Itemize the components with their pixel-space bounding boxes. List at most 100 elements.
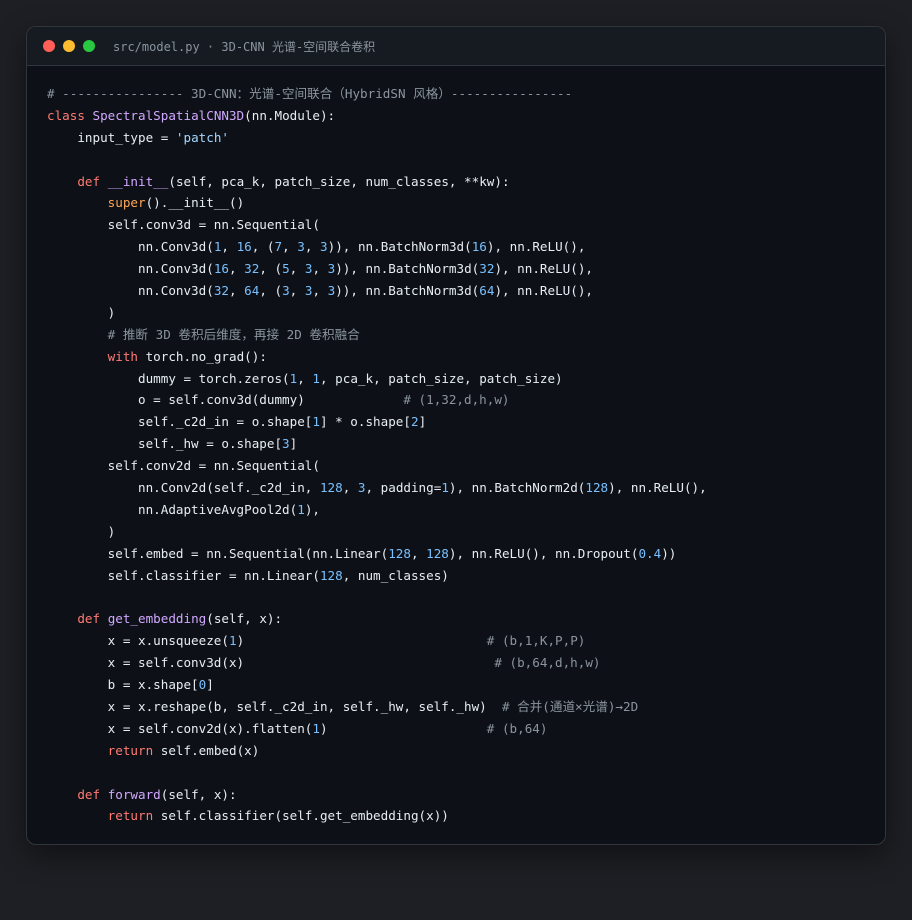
- code-line: self._c2d_in = o.shape[1] * o.shape[2]: [47, 411, 875, 433]
- number-token: 5: [282, 261, 290, 277]
- code-text-token: (nn.Module):: [244, 107, 336, 123]
- code-text-token: )), nn.BatchNorm3d(: [327, 239, 472, 255]
- keyword-token: with: [107, 348, 146, 364]
- function-name-token: get_embedding: [107, 611, 207, 627]
- number-token: 1: [228, 633, 237, 649]
- code-text-token: ,: [410, 545, 427, 561]
- close-window-button[interactable]: [43, 40, 55, 52]
- number-token: 128: [319, 480, 343, 496]
- code-text-token: ,: [282, 239, 298, 255]
- code-text-token: ] * o.shape[: [319, 414, 411, 430]
- code-line: dummy = torch.zeros(1, 1, pca_k, patch_s…: [47, 368, 875, 390]
- code-text-token: , (: [259, 261, 283, 277]
- code-text-token: ), nn.ReLU(),: [494, 283, 594, 299]
- code-line: self.classifier = nn.Linear(128, num_cla…: [47, 565, 875, 587]
- number-token: 128: [585, 480, 609, 496]
- comment-token: # 合并(通道×光谱)→2D: [501, 698, 639, 714]
- keyword-token: class: [47, 107, 93, 123]
- code-text-token: )), nn.BatchNorm3d(: [335, 261, 480, 277]
- comment-token: # ---------------- 3D-CNN：光谱-空间联合（Hybrid…: [47, 86, 573, 101]
- code-text-token: nn.AdaptiveAvgPool2d(: [47, 501, 298, 517]
- comment-token: # (1,32,d,h,w): [403, 392, 510, 408]
- number-token: 32: [479, 261, 495, 277]
- code-line: return self.classifier(self.get_embeddin…: [47, 805, 875, 827]
- number-token: 1: [441, 480, 449, 496]
- code-text-token: x = self.conv3d(x): [47, 655, 495, 671]
- code-line: class SpectralSpatialCNN3D(nn.Module):: [47, 105, 875, 127]
- number-token: 128: [426, 545, 449, 561]
- code-text-token: ): [47, 304, 116, 320]
- code-text-token: ().__init__(): [145, 195, 245, 211]
- code-text-token: ]: [206, 677, 214, 693]
- code-line: x = x.reshape(b, self._c2d_in, self._hw,…: [47, 696, 875, 718]
- title-bar: src/model.py · 3D-CNN 光谱-空间联合卷积: [27, 27, 885, 66]
- code-text-token: ,: [297, 370, 313, 386]
- code-text-token: self._c2d_in = o.shape[: [47, 414, 313, 430]
- code-line: nn.Conv3d(32, 64, (3, 3, 3)), nn.BatchNo…: [47, 280, 875, 302]
- number-token: 2: [410, 414, 419, 430]
- keyword-token: def: [77, 611, 108, 627]
- code-line: self._hw = o.shape[3]: [47, 433, 875, 455]
- code-text-token: nn.Conv3d(: [47, 261, 214, 277]
- code-line: def get_embedding(self, x):: [47, 608, 875, 630]
- code-text-token: , (: [251, 239, 275, 255]
- code-text-token: input_type =: [47, 129, 176, 145]
- code-line: def __init__(self, pca_k, patch_size, nu…: [47, 171, 875, 193]
- code-text-token: self.conv3d = nn.Sequential(: [47, 217, 320, 233]
- comment-token: # (b,64): [486, 720, 548, 736]
- code-text-token: nn.Conv3d(: [47, 283, 214, 299]
- code-text-token: ,: [312, 283, 328, 299]
- number-token: 3: [297, 239, 305, 255]
- code-editor[interactable]: # ---------------- 3D-CNN：光谱-空间联合（Hybrid…: [47, 83, 875, 827]
- code-text-token: x = x.reshape(b, self._c2d_in, self._hw,…: [47, 698, 502, 714]
- number-token: 64: [244, 283, 260, 299]
- minimize-window-button[interactable]: [63, 40, 75, 52]
- number-token: 16: [471, 239, 487, 255]
- number-token: 32: [244, 261, 260, 277]
- code-text-token: (self, x):: [206, 611, 283, 627]
- code-text-token: ): [236, 633, 487, 649]
- window-title: src/model.py · 3D-CNN 光谱-空间联合卷积: [113, 39, 376, 54]
- number-token: 1: [312, 370, 320, 386]
- keyword-token: def: [77, 786, 108, 802]
- code-text-token: )), nn.BatchNorm3d(: [335, 283, 480, 299]
- code-text-token: ), nn.ReLU(), nn.Dropout(: [448, 545, 639, 561]
- code-window: src/model.py · 3D-CNN 光谱-空间联合卷积 # ------…: [26, 26, 886, 845]
- comment-token: # 推断 3D 卷积后维度，再接 2D 卷积融合: [107, 326, 360, 342]
- function-name-token: SpectralSpatialCNN3D: [92, 107, 245, 123]
- code-text-token: ), nn.ReLU(),: [608, 480, 707, 496]
- number-token: 3: [320, 239, 328, 255]
- code-text-token: , (: [259, 283, 283, 299]
- code-line: self.conv2d = nn.Sequential(: [47, 455, 875, 477]
- code-line: nn.Conv3d(1, 16, (7, 3, 3)), nn.BatchNor…: [47, 236, 875, 258]
- code-text-token: ,: [304, 239, 321, 255]
- string-token: 'patch': [175, 129, 229, 145]
- maximize-window-button[interactable]: [83, 40, 95, 52]
- number-token: 128: [388, 545, 411, 561]
- code-text-token: , num_classes): [342, 567, 449, 583]
- code-line: self.embed = nn.Sequential(nn.Linear(128…: [47, 543, 875, 565]
- code-text-token: ,: [228, 283, 245, 299]
- keyword-token: return: [107, 808, 161, 824]
- code-line: x = self.conv2d(x).flatten(1) # (b,64): [47, 718, 875, 740]
- code-text-token: (self, pca_k, patch_size, num_classes, *…: [168, 173, 510, 189]
- code-line: # 推断 3D 卷积后维度，再接 2D 卷积融合: [47, 324, 875, 346]
- code-text-token: ), nn.BatchNorm2d(: [448, 480, 586, 496]
- code-line: super().__init__(): [47, 192, 875, 214]
- number-token: 1: [312, 720, 320, 736]
- number-token: 32: [213, 283, 229, 299]
- code-line: def forward(self, x):: [47, 784, 875, 806]
- code-line: x = self.conv3d(x) # (b,64,d,h,w): [47, 652, 875, 674]
- code-text-token: o = self.conv3d(dummy): [47, 392, 404, 408]
- code-line: b = x.shape[0]: [47, 674, 875, 696]
- code-text-token: self.classifier = nn.Linear(: [47, 567, 320, 583]
- keyword-token: def: [77, 173, 108, 189]
